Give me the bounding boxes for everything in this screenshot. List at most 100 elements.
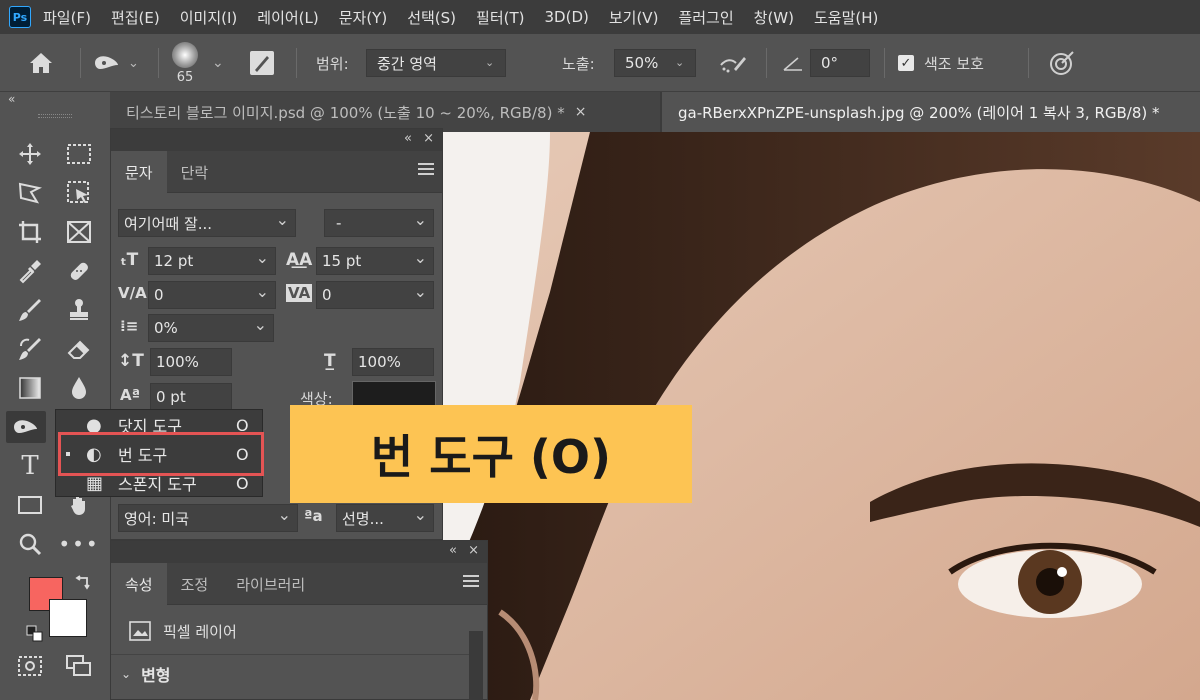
quick-mask-icon — [18, 656, 42, 676]
character-panel-tabs: 문자 단락 — [111, 151, 442, 193]
history-brush-icon — [19, 338, 41, 360]
gradient-tool[interactable] — [10, 372, 50, 404]
quick-mask-tool[interactable] — [10, 650, 50, 682]
menu-file[interactable]: 파일(F) — [43, 7, 91, 28]
lasso-tool[interactable] — [10, 177, 50, 209]
chevron-down-icon: ⌄ — [485, 56, 495, 69]
document-tab-bar: 티스토리 블로그 이미지.psd @ 100% (노출 10 ~ 20%, RG… — [110, 92, 1200, 132]
baseline-shift-icon: Aª — [120, 386, 141, 404]
tsume-input[interactable]: 0% — [148, 314, 274, 342]
type-tool[interactable]: T — [10, 450, 50, 482]
brush-picker-chevron[interactable]: ⌄ — [212, 34, 224, 92]
panel-menu-icon[interactable] — [463, 575, 479, 587]
menu-window[interactable]: 창(W) — [754, 7, 794, 28]
font-size-icon: ₜT — [120, 250, 139, 270]
tab-paragraph[interactable]: 단락 — [167, 151, 223, 193]
airbrush-button[interactable] — [718, 34, 748, 92]
menu-edit[interactable]: 편집(E) — [111, 7, 160, 28]
language-select[interactable]: 영어: 미국 — [118, 504, 298, 532]
range-select[interactable]: 중간 영역 ⌄ — [366, 49, 506, 77]
properties-scrollbar[interactable] — [469, 631, 483, 700]
close-icon[interactable]: × — [423, 131, 434, 146]
transform-section[interactable]: ⌄ 변형 — [111, 659, 486, 689]
baseline-shift-input[interactable]: 0 pt — [150, 383, 232, 411]
object-selection-tool[interactable] — [59, 177, 99, 209]
menu-3d[interactable]: 3D(D) — [545, 8, 589, 26]
home-button[interactable] — [26, 34, 56, 92]
tab-libraries[interactable]: 라이브러리 — [222, 563, 319, 605]
leading-input[interactable]: 15 pt — [316, 247, 434, 275]
collapse-toolbar-icon[interactable]: « — [8, 92, 15, 106]
marquee-tool[interactable] — [59, 138, 99, 170]
close-icon[interactable]: × — [575, 104, 587, 120]
menu-view[interactable]: 보기(V) — [609, 7, 659, 28]
font-size-value: 12 pt — [154, 252, 194, 270]
menu-type[interactable]: 문자(Y) — [339, 7, 387, 28]
tracking-input[interactable]: 0 — [316, 281, 434, 309]
swap-colors-icon[interactable] — [73, 572, 93, 596]
horizontal-scale-input[interactable]: 100% — [352, 348, 434, 376]
clone-stamp-tool[interactable] — [59, 294, 99, 326]
font-family-select[interactable]: 여기어때 잘... — [118, 209, 296, 237]
menu-image[interactable]: 이미지(I) — [180, 7, 238, 28]
tab-character[interactable]: 문자 — [111, 151, 167, 193]
crop-tool[interactable] — [10, 216, 50, 248]
rectangle-icon — [18, 496, 42, 514]
properties-panel: « × 속성 조정 라이브러리 픽셀 레이어 ⌄ 변형 — [110, 540, 488, 700]
font-size-input[interactable]: 12 pt — [148, 247, 276, 275]
menu-layer[interactable]: 레이어(L) — [257, 7, 318, 28]
more-tools[interactable]: ••• — [58, 528, 99, 560]
move-tool[interactable] — [10, 138, 50, 170]
rectangle-tool[interactable] — [10, 489, 50, 521]
healing-brush-tool[interactable] — [59, 255, 99, 287]
history-brush-tool[interactable] — [10, 333, 50, 365]
soft-brush-icon — [172, 41, 198, 68]
tab-unsplash-jpg[interactable]: ga-RBerxXPnZPE-unsplash.jpg @ 200% (레이어 … — [662, 92, 1200, 132]
dodge-burn-tool[interactable] — [6, 411, 46, 443]
burn-tool-highlight — [58, 432, 264, 476]
frame-tool[interactable] — [59, 216, 99, 248]
menu-select[interactable]: 선택(S) — [407, 7, 456, 28]
angle-input[interactable]: 0° — [810, 49, 870, 77]
default-colors-icon[interactable] — [26, 625, 44, 647]
vertical-scale-input[interactable]: 100% — [150, 348, 232, 376]
eyedropper-tool[interactable] — [10, 255, 50, 287]
menu-help[interactable]: 도움말(H) — [814, 7, 878, 28]
chevron-down-icon: ⌄ — [675, 56, 685, 69]
range-label: 범위: — [316, 54, 349, 73]
font-style-select[interactable]: - — [324, 209, 434, 237]
brush-settings-button[interactable] — [248, 34, 276, 92]
photoshop-logo[interactable]: Ps — [9, 6, 31, 28]
collapse-panel-icon[interactable]: « — [404, 131, 412, 146]
tab-adjustments[interactable]: 조정 — [167, 563, 223, 605]
collapse-panel-icon[interactable]: « — [449, 543, 457, 558]
background-color-swatch[interactable] — [49, 599, 87, 637]
exposure-label: 노출: — [562, 54, 595, 73]
toolbar-grip[interactable] — [38, 114, 72, 118]
close-icon[interactable]: × — [468, 543, 479, 558]
burn-tool-icon — [14, 420, 37, 433]
airbrush-icon — [720, 57, 746, 73]
panel-menu-icon[interactable] — [418, 163, 434, 175]
zoom-tool[interactable] — [10, 528, 50, 560]
brush-picker[interactable]: 65 — [172, 34, 198, 92]
horizontal-scale-value: 100% — [358, 353, 401, 371]
kerning-input[interactable]: 0 — [148, 281, 276, 309]
protect-tones-checkbox[interactable]: ✓ 색조 보호 — [898, 34, 984, 92]
eraser-tool[interactable] — [59, 333, 99, 365]
pressure-size-button[interactable] — [1048, 34, 1076, 92]
tab-properties[interactable]: 속성 — [111, 563, 167, 605]
panel-header: « × — [111, 129, 442, 151]
chevron-down-icon: ⌄ — [212, 55, 224, 71]
tool-preset-picker[interactable]: ⌄ — [92, 34, 139, 92]
screen-mode-tool[interactable] — [59, 650, 99, 682]
exposure-input[interactable]: 50% ⌄ — [614, 49, 696, 77]
gradient-icon — [19, 377, 41, 399]
tab-blog-image-psd[interactable]: 티스토리 블로그 이미지.psd @ 100% (노출 10 ~ 20%, RG… — [110, 92, 660, 132]
font-family-value: 여기어때 잘... — [124, 214, 213, 233]
brush-tool[interactable] — [10, 294, 50, 326]
menu-plugins[interactable]: 플러그인 — [678, 7, 733, 28]
menu-filter[interactable]: 필터(T) — [476, 7, 524, 28]
antialias-select[interactable]: 선명... — [336, 504, 434, 532]
blur-tool[interactable] — [59, 372, 99, 404]
